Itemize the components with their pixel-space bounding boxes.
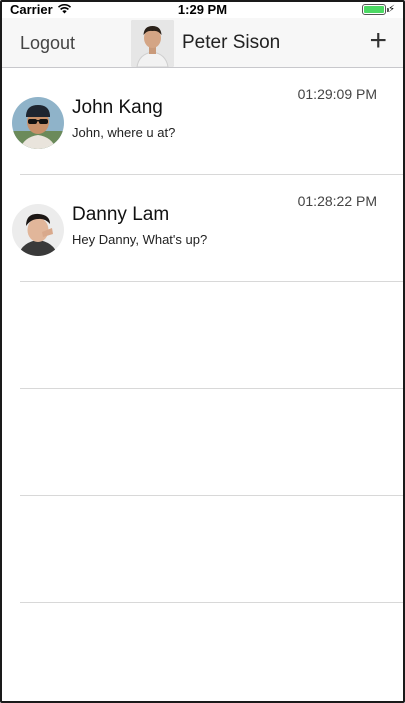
chat-last-message: Hey Danny, What's up? (72, 232, 208, 247)
chat-row-john-kang[interactable]: John Kang John, where u at? 01:29:09 PM (12, 68, 403, 175)
danny-lam-avatar (12, 204, 64, 256)
chat-list: John Kang John, where u at? 01:29:09 PM … (2, 68, 403, 603)
bolt-icon: ⚡ (387, 3, 395, 15)
empty-row (20, 282, 403, 389)
nav-profile[interactable]: Peter Sison (131, 18, 280, 68)
chat-name: John Kang (72, 97, 163, 118)
empty-row (20, 496, 403, 603)
john-kang-avatar (12, 97, 64, 149)
profile-avatar[interactable] (131, 19, 174, 67)
nav-title: Peter Sison (182, 32, 281, 53)
chat-last-message: John, where u at? (72, 125, 176, 140)
battery-indicator: ⚡ (361, 3, 395, 15)
logout-button[interactable]: Logout (20, 33, 75, 54)
chat-row-danny-lam[interactable]: Danny Lam Hey Danny, What's up? 01:28:22… (12, 175, 403, 282)
battery-icon (361, 4, 389, 15)
add-button[interactable]: + (369, 26, 387, 56)
chat-timestamp: 01:28:22 PM (297, 193, 377, 209)
status-bar: Carrier 1:29 PM ⚡ (2, 2, 403, 18)
chat-name: Danny Lam (72, 204, 170, 225)
plus-icon: + (369, 24, 387, 57)
nav-bar: Logout Peter Sison + (2, 18, 403, 68)
phone-screen: Carrier 1:29 PM ⚡ Logout Peter Sison + J… (0, 0, 405, 703)
chat-timestamp: 01:29:09 PM (297, 86, 377, 102)
status-time: 1:29 PM (177, 2, 228, 17)
empty-row (20, 389, 403, 496)
